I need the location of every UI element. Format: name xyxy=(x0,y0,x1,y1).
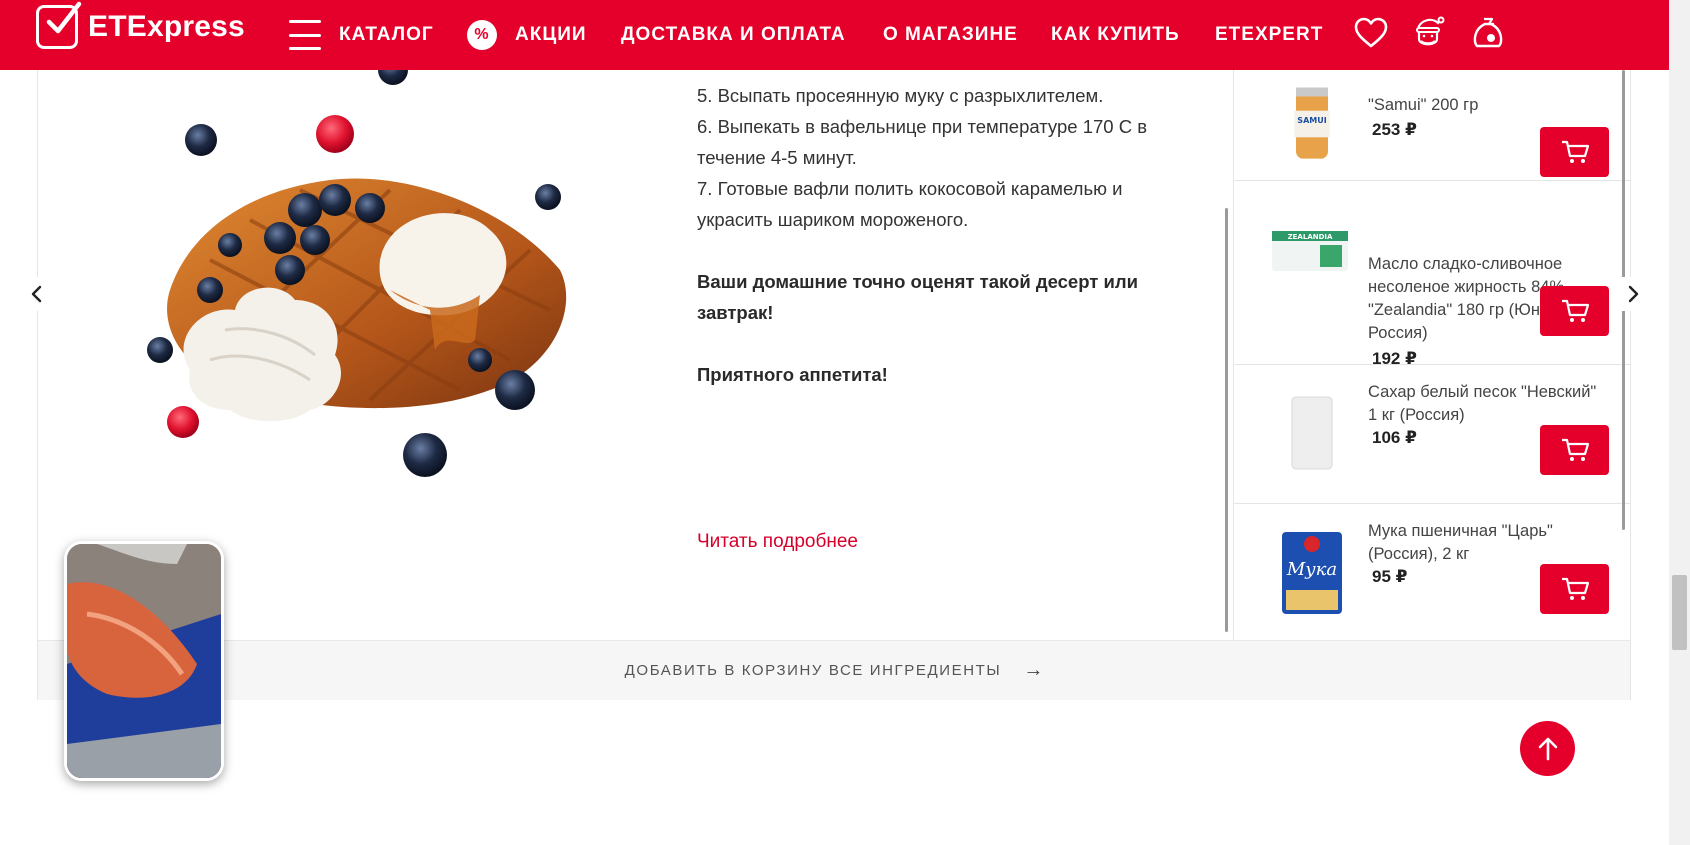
nav-catalog[interactable]: КАТАЛОГ xyxy=(289,0,434,70)
menu-icon xyxy=(289,20,321,50)
nav-how-to-buy[interactable]: КАК КУПИТЬ xyxy=(1051,0,1180,70)
top-nav-bar: ETExpress КАТАЛОГ % АКЦИИ ДОСТАВКА И ОПЛ… xyxy=(0,0,1669,70)
ingredient-name: Сахар белый песок "Невский" 1 кг (Россия… xyxy=(1368,383,1597,424)
recipe-step-5: 5. Всыпать просеянную муку с разрыхлител… xyxy=(697,85,1104,106)
flour-bag-label: Мука xyxy=(1286,559,1337,580)
ingredient-price: 95 ₽ xyxy=(1372,567,1408,586)
video-thumbnail-image xyxy=(67,544,221,778)
nav-etexpert[interactable]: ETEXPERT xyxy=(1215,0,1323,70)
flour-bag-image: Мука xyxy=(1282,532,1342,614)
zealandia-butter-image: ZEALANDIA xyxy=(1272,231,1348,271)
page-scrollbar-thumb[interactable] xyxy=(1672,575,1687,650)
sugar-bag-image xyxy=(1291,396,1333,470)
recipe-closing: Приятного аппетита! xyxy=(697,364,888,385)
recipe-note: Ваши домашние точно оценят такой десерт … xyxy=(697,271,1138,323)
ingredient-item: Сахар белый песок "Невский" 1 кг (Россия… xyxy=(1234,365,1631,504)
samui-jar-brand: SAMUI xyxy=(1297,116,1326,125)
recipe-step-7: 7. Готовые вафли полить кокосовой караме… xyxy=(697,178,1123,230)
ingredients-list: SAMUI "Samui" 200 гр 253 ₽ ZEALANDIA Мас… xyxy=(1233,70,1631,640)
page: ETExpress КАТАЛОГ % АКЦИИ ДОСТАВКА И ОПЛ… xyxy=(0,0,1690,845)
arrow-right-icon: → xyxy=(1023,659,1044,681)
nav-catalog-label: КАТАЛОГ xyxy=(339,24,434,45)
heart-icon[interactable] xyxy=(1353,15,1389,51)
logo-check-icon xyxy=(36,1,82,49)
arrow-up-icon xyxy=(1538,737,1557,760)
ingredient-item: ZEALANDIA Масло сладко-сливочное несолен… xyxy=(1234,181,1631,368)
chevron-right-icon xyxy=(1628,285,1639,303)
add-all-label: ДОБАВИТЬ В КОРЗИНУ ВСЕ ИНГРЕДИЕНТЫ xyxy=(624,662,1002,679)
slider-prev-button[interactable] xyxy=(22,277,52,311)
add-to-cart-button[interactable] xyxy=(1540,127,1609,177)
ingredient-price: 253 ₽ xyxy=(1372,120,1417,139)
add-to-cart-button[interactable] xyxy=(1540,564,1609,614)
ingredient-item: SAMUI "Samui" 200 гр 253 ₽ xyxy=(1234,70,1631,181)
add-all-ingredients-button[interactable]: ДОБАВИТЬ В КОРЗИНУ ВСЕ ИНГРЕДИЕНТЫ → xyxy=(38,640,1630,700)
cart-icon xyxy=(1561,299,1589,322)
ingredient-item: Мука Мука пшеничная "Царь" (Россия), 2 к… xyxy=(1234,504,1631,640)
add-to-cart-button[interactable] xyxy=(1540,425,1609,475)
ingredient-name: Мука пшеничная "Царь" (Россия), 2 кг xyxy=(1368,522,1553,563)
cart-icon xyxy=(1561,140,1589,163)
chevron-left-icon xyxy=(31,285,42,303)
nav-sales[interactable]: % АКЦИИ xyxy=(467,0,587,70)
recipe-step-6: 6. Выпекать в вафельнице при температуре… xyxy=(697,116,1148,168)
page-scrollbar[interactable] xyxy=(1669,0,1690,845)
waffles-dessert-image xyxy=(147,60,567,477)
add-to-cart-button[interactable] xyxy=(1540,286,1609,336)
video-preview-widget[interactable] xyxy=(64,541,224,781)
logo[interactable]: ETExpress xyxy=(36,1,245,49)
slider-next-button[interactable] xyxy=(1618,277,1648,311)
nav-delivery[interactable]: ДОСТАВКА И ОПЛАТА xyxy=(621,0,846,70)
back-to-top-button[interactable] xyxy=(1520,721,1575,776)
ingredient-price: 106 ₽ xyxy=(1372,428,1417,447)
ingredient-name: "Samui" 200 гр xyxy=(1368,96,1479,114)
percent-icon: % xyxy=(467,20,497,50)
logo-text: ETExpress xyxy=(88,10,245,43)
read-more-link[interactable]: Читать подробнее xyxy=(697,531,858,553)
zealandia-brand: ZEALANDIA xyxy=(1288,233,1333,241)
nav-about[interactable]: О МАГАЗИНЕ xyxy=(883,0,1018,70)
recipe-text: 5. Всыпать просеянную муку с разрыхлител… xyxy=(697,80,1177,390)
cart-icon xyxy=(1561,577,1589,600)
nav-sales-label: АКЦИИ xyxy=(515,24,587,45)
recipe-text-scrollbar[interactable] xyxy=(1225,208,1228,632)
samui-jar-image: SAMUI xyxy=(1294,87,1330,159)
cart-icon xyxy=(1561,438,1589,461)
gift-bag-icon[interactable] xyxy=(1470,15,1506,51)
santa-icon[interactable] xyxy=(1410,15,1446,51)
